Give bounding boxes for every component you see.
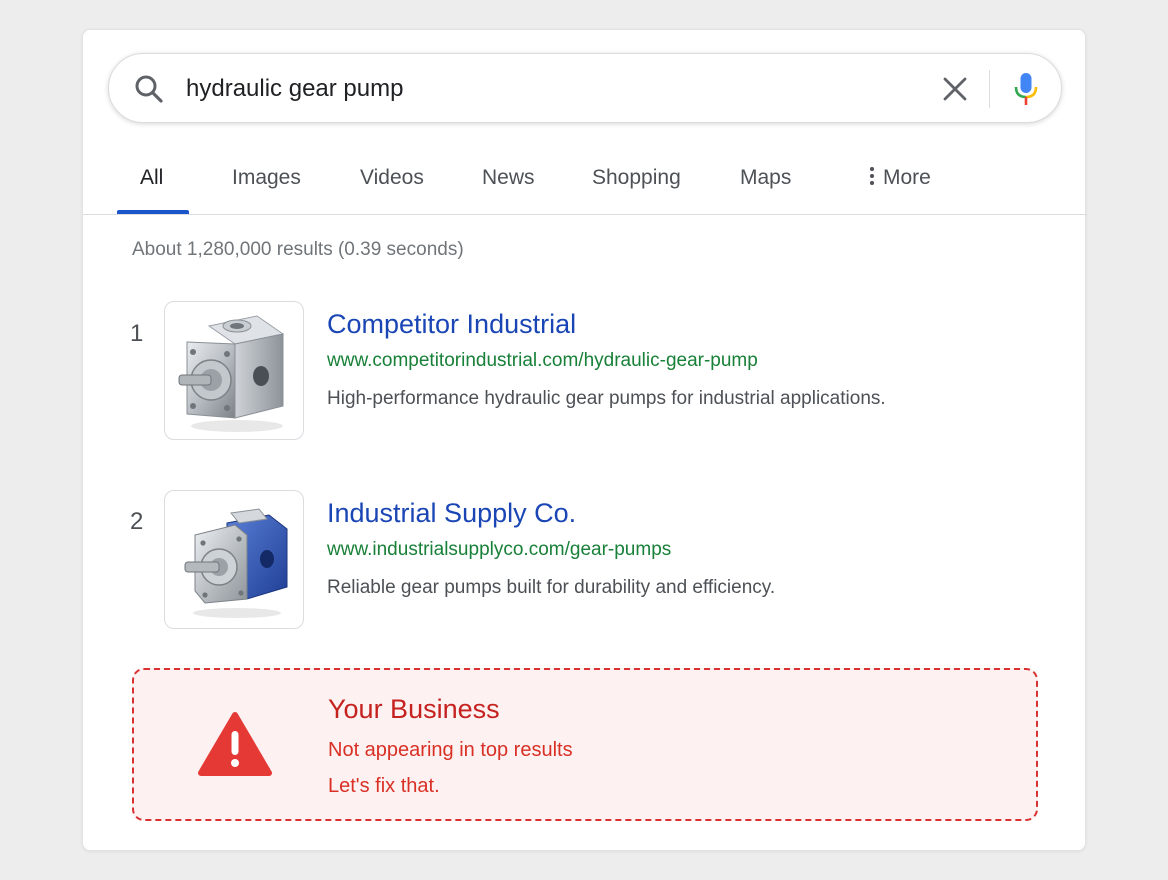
result-title-link[interactable]: Industrial Supply Co. bbox=[327, 496, 576, 530]
callout-cta-text: Let's fix that. bbox=[328, 775, 440, 797]
search-input[interactable]: hydraulic gear pump bbox=[186, 74, 403, 104]
result-rank: 2 bbox=[130, 508, 144, 535]
more-vert-icon bbox=[870, 167, 874, 185]
result-snippet: High-performance hydraulic gear pumps fo… bbox=[327, 388, 886, 409]
blue-gear-pump-image[interactable] bbox=[164, 490, 304, 629]
search-results-card: hydraulic gear pump All Images Videos Ne… bbox=[82, 29, 1087, 851]
result-url[interactable]: www.industrialsupplyco.com/gear-pumps bbox=[327, 538, 671, 562]
your-business-callout: Your Business Not appearing in top resul… bbox=[132, 668, 1038, 821]
silver-gear-pump-image[interactable] bbox=[164, 301, 304, 440]
search-bar[interactable]: hydraulic gear pump bbox=[108, 53, 1062, 123]
microphone-icon[interactable] bbox=[1010, 70, 1042, 108]
result-stats: About 1,280,000 results (0.39 seconds) bbox=[132, 239, 464, 260]
result-url[interactable]: www.competitorindustrial.com/hydraulic-g… bbox=[327, 349, 758, 373]
tab-images[interactable]: Images bbox=[232, 164, 301, 192]
search-icon bbox=[135, 75, 163, 103]
tab-news[interactable]: News bbox=[482, 164, 535, 192]
result-rank: 1 bbox=[130, 320, 144, 347]
result-title-link[interactable]: Competitor Industrial bbox=[327, 307, 576, 341]
search-bar-divider bbox=[989, 70, 990, 108]
tab-shopping[interactable]: Shopping bbox=[592, 164, 681, 192]
tab-more-label: More bbox=[883, 166, 931, 189]
tab-videos[interactable]: Videos bbox=[360, 164, 424, 192]
search-tabs: All Images Videos News Shopping Maps Mor… bbox=[83, 150, 1087, 214]
search-result: 2 Industrial Supply Co. www.industrialsu… bbox=[83, 490, 1087, 630]
close-icon[interactable] bbox=[940, 74, 970, 104]
result-snippet: Reliable gear pumps built for durability… bbox=[327, 577, 776, 598]
search-result: 1 Competitor Industrial www.competitorin… bbox=[83, 301, 1087, 441]
tab-all[interactable]: All bbox=[140, 164, 163, 192]
callout-title: Your Business bbox=[328, 694, 500, 724]
warning-triangle-icon bbox=[198, 712, 272, 776]
tabs-divider bbox=[83, 214, 1087, 215]
callout-message: Not appearing in top results bbox=[328, 739, 573, 761]
tab-more[interactable]: More bbox=[869, 164, 931, 192]
tab-maps[interactable]: Maps bbox=[740, 164, 791, 192]
